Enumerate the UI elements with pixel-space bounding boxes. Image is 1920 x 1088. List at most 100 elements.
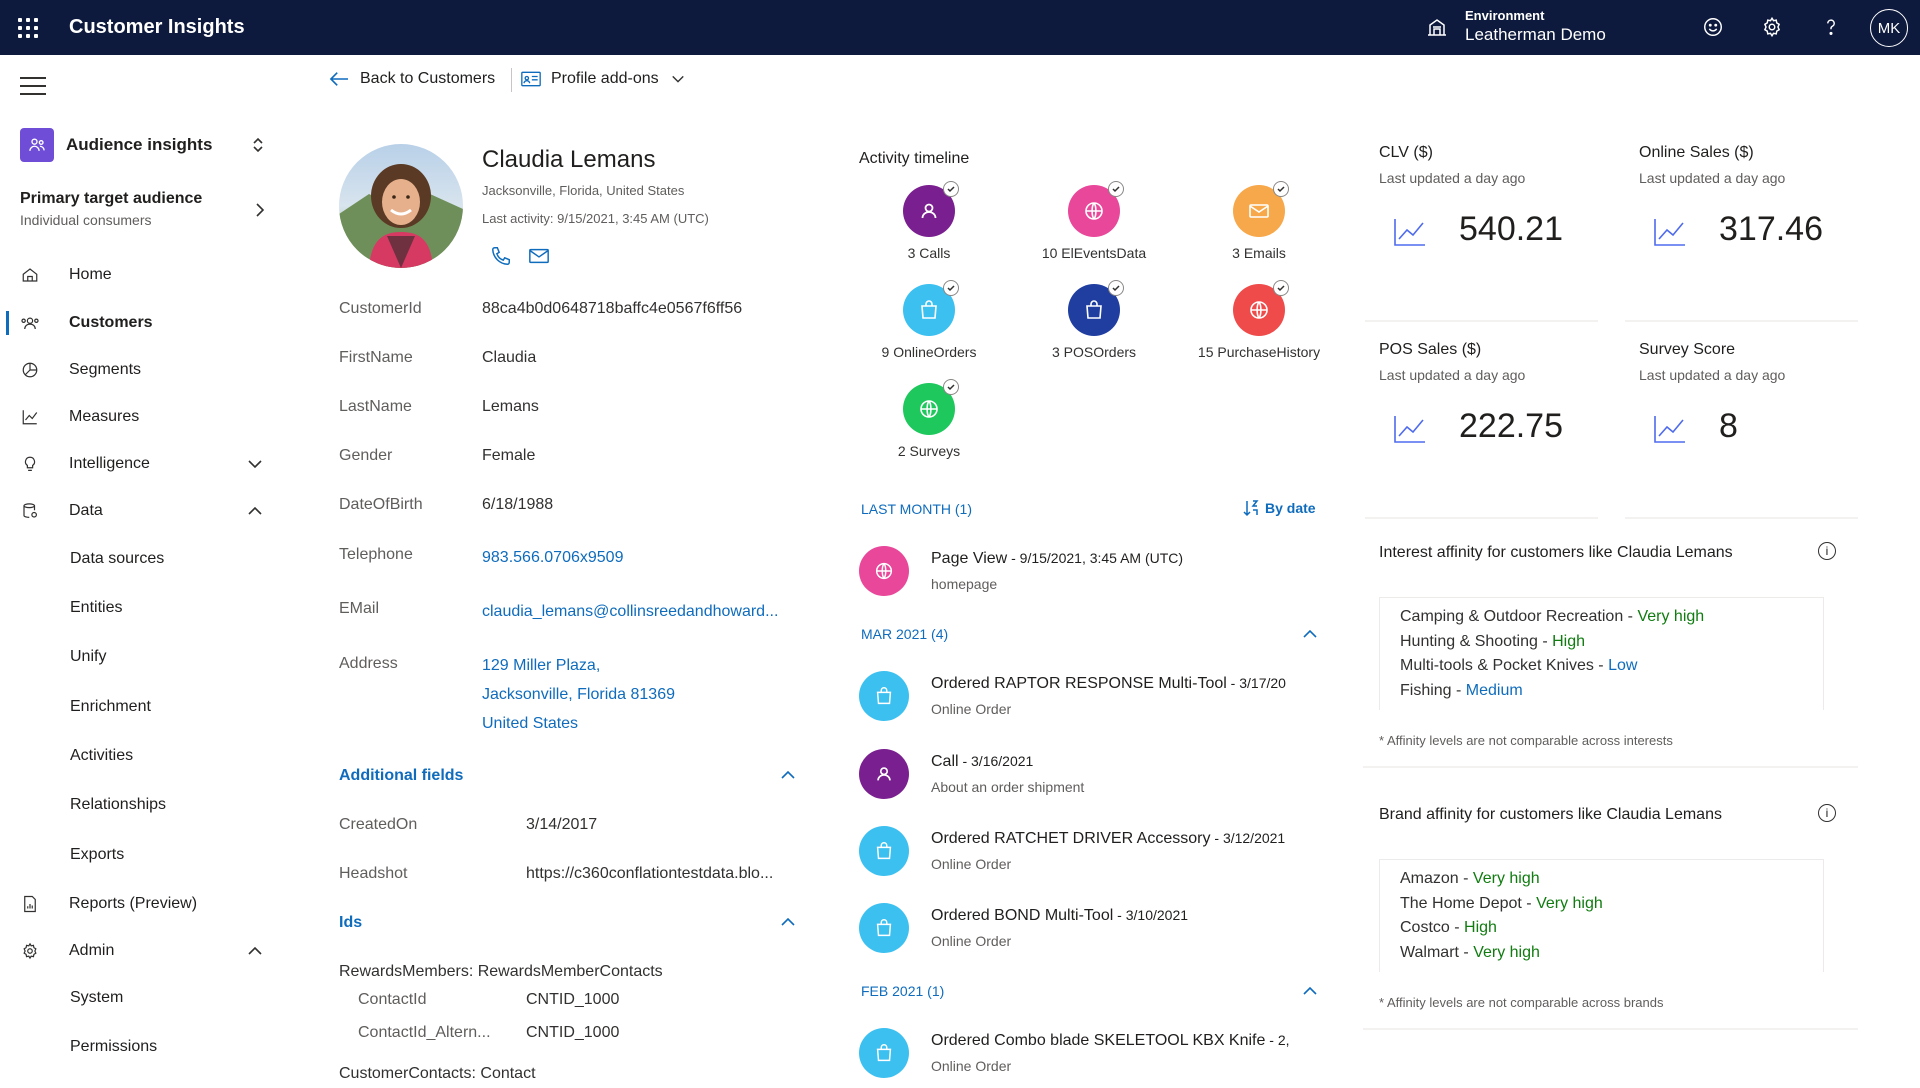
activity-title: Page View [931, 550, 1008, 567]
activity-item-order[interactable]: Ordered Combo blade SKELETOOL KBX Knife … [859, 1028, 1329, 1088]
customer-photo [339, 144, 463, 268]
sidebar-item-reports[interactable]: Reports (Preview) [0, 884, 280, 924]
field-value-customerid: 88ca4b0d0648718baffc4e0567f6ff56 [482, 300, 743, 317]
address-line-1[interactable]: 129 Miller Plaza, [482, 657, 600, 675]
chevron-up-icon[interactable] [780, 770, 796, 780]
phone-icon[interactable] [490, 245, 512, 267]
help-icon[interactable] [1818, 14, 1844, 40]
chevron-right-icon [256, 203, 265, 217]
environment-picker[interactable]: Environment Leatherman Demo [1425, 8, 1606, 45]
sidebar-item-intelligence[interactable]: Intelligence [0, 444, 280, 484]
brand-affinity-list: Amazon - Very high The Home Depot - Very… [1379, 859, 1824, 972]
sidebar-item-data[interactable]: Data [0, 491, 280, 531]
ids-label-contactid-alt: ContactId_Altern... [358, 1024, 491, 1041]
reports-icon [20, 894, 40, 914]
shopping-bag-icon [859, 826, 909, 876]
timeline-group-last-month[interactable]: LAST MONTH (1) [861, 501, 972, 517]
environment-name: Leatherman Demo [1465, 25, 1606, 44]
sidebar-subitem-relationships[interactable]: Relationships [70, 796, 166, 814]
activity-item-order[interactable]: Ordered RATCHET DRIVER Accessory - 3/12/… [859, 826, 1329, 886]
sidebar-subitem-enrichment[interactable]: Enrichment [70, 698, 151, 716]
sidebar-item-measures[interactable]: Measures [0, 397, 280, 437]
settings-gear-icon[interactable] [1759, 14, 1785, 40]
sort-by-date-button[interactable]: By date [1243, 499, 1316, 517]
additional-fields-header[interactable]: Additional fields [339, 767, 463, 785]
activity-item-order[interactable]: Ordered BOND Multi-Tool - 3/10/2021 Onli… [859, 903, 1329, 963]
primary-audience-selector[interactable]: Primary target audience Individual consu… [20, 190, 265, 228]
sidebar-subitem-permissions[interactable]: Permissions [70, 1038, 157, 1056]
timeline-group-mar-2021[interactable]: MAR 2021 (4) [861, 626, 948, 642]
timeline-filter-label: 2 Surveys [897, 443, 961, 459]
mail-icon[interactable] [528, 245, 550, 267]
hamburger-menu-icon[interactable] [20, 77, 46, 101]
feedback-smiley-icon[interactable] [1700, 14, 1726, 40]
kpi-card-clv[interactable]: CLV ($) Last updated a day ago 540.21 [1365, 142, 1598, 322]
timeline-filter-posorders[interactable]: 3 POSOrders [1009, 280, 1179, 360]
sidebar-subitem-exports[interactable]: Exports [70, 846, 124, 864]
timeline-group-feb-2021[interactable]: FEB 2021 (1) [861, 983, 944, 999]
timeline-filter-calls[interactable]: 3 Calls [844, 181, 1014, 261]
timeline-filter-label: 3 Calls [907, 245, 951, 261]
activity-item-order[interactable]: Ordered RAPTOR RESPONSE Multi-Tool - 3/1… [859, 671, 1329, 731]
affinity-row: Costco - High [1400, 919, 1497, 936]
kpi-title: Survey Score [1639, 341, 1736, 358]
sidebar-item-customers[interactable]: Customers [0, 303, 280, 343]
sidebar-subitem-system[interactable]: System [70, 989, 123, 1007]
address-line-2[interactable]: Jacksonville, Florida 81369 [482, 686, 675, 704]
audience-icon [20, 128, 54, 162]
back-to-customers-link[interactable]: Back to Customers [328, 70, 495, 88]
timeline-filter-purchasehistory[interactable]: 15 PurchaseHistory [1174, 280, 1344, 360]
sidebar-subitem-data-sources[interactable]: Data sources [70, 550, 164, 568]
audience-switcher[interactable]: Audience insights [20, 125, 265, 165]
ids-value-contactid: CNTID_1000 [526, 991, 620, 1008]
sidebar-subitem-entities[interactable]: Entities [70, 599, 122, 617]
check-icon [1108, 280, 1124, 296]
sidebar-item-admin[interactable]: Admin [0, 931, 280, 971]
activity-item-call[interactable]: Call - 3/16/2021 About an order shipment [859, 749, 1329, 809]
sidebar-item-label: Measures [69, 408, 140, 425]
activity-date: 9/15/2021, 3:45 AM (UTC) [1019, 550, 1184, 566]
timeline-filter-emails[interactable]: 3 Emails [1174, 181, 1344, 261]
kpi-value: 317.46 [1719, 210, 1823, 248]
telephone-link[interactable]: 983.566.0706x9509 [482, 549, 623, 567]
field-label-gender: Gender [339, 447, 393, 464]
activity-date: 3/16/2021 [971, 753, 1034, 769]
brand-affinity-card: Brand affinity for customers like Claudi… [1363, 797, 1858, 1029]
timeline-filter-onlineorders[interactable]: 9 OnlineOrders [844, 280, 1014, 360]
activity-date: 3/12/2021 [1222, 830, 1286, 846]
sidebar-item-segments[interactable]: Segments [0, 350, 280, 390]
chevron-up-icon[interactable] [780, 917, 796, 927]
sidebar-item-home[interactable]: Home [0, 255, 280, 295]
field-value-gender: Female [482, 447, 536, 464]
globe-icon [1233, 280, 1289, 336]
sidebar-subitem-unify[interactable]: Unify [70, 648, 106, 666]
profile-addons-dropdown[interactable]: Profile add-ons [521, 70, 685, 88]
info-icon[interactable]: i [1818, 804, 1836, 822]
kpi-card-pos-sales[interactable]: POS Sales ($) Last updated a day ago 222… [1365, 339, 1598, 519]
customer-name: Claudia Lemans [482, 146, 656, 173]
shopping-bag-icon [859, 671, 909, 721]
info-icon[interactable]: i [1818, 542, 1836, 560]
chevron-up-icon[interactable] [1302, 986, 1318, 996]
chevron-up-icon[interactable] [1302, 629, 1318, 639]
field-label-dateofbirth: DateOfBirth [339, 496, 423, 513]
address-line-3[interactable]: United States [482, 715, 578, 733]
timeline-filter-label: 9 OnlineOrders [881, 344, 977, 360]
timeline-filter-elevents[interactable]: 10 ElEventsData [1009, 181, 1179, 261]
timeline-filter-surveys[interactable]: 2 Surveys [844, 379, 1014, 459]
app-launcher-icon[interactable] [0, 0, 55, 55]
activity-item-page-view[interactable]: Page View - 9/15/2021, 3:45 AM (UTC) hom… [859, 546, 1329, 606]
app-title[interactable]: Customer Insights [69, 16, 245, 39]
email-link[interactable]: claudia_lemans@collinsreedandhoward... [482, 603, 778, 621]
sidebar-subitem-activities[interactable]: Activities [70, 747, 133, 765]
field-label-createdon: CreatedOn [339, 816, 418, 833]
ids-header[interactable]: Ids [339, 914, 362, 932]
sidebar: Audience insights Primary target audienc… [0, 55, 280, 1080]
kpi-card-survey-score[interactable]: Survey Score Last updated a day ago 8 [1625, 339, 1858, 519]
section-divider [1363, 766, 1858, 768]
kpi-card-online-sales[interactable]: Online Sales ($) Last updated a day ago … [1625, 142, 1858, 322]
activity-subtitle: Online Order [931, 1058, 1012, 1074]
calls-icon [903, 181, 959, 237]
activity-subtitle: homepage [931, 576, 998, 592]
user-avatar[interactable]: MK [1870, 9, 1908, 47]
